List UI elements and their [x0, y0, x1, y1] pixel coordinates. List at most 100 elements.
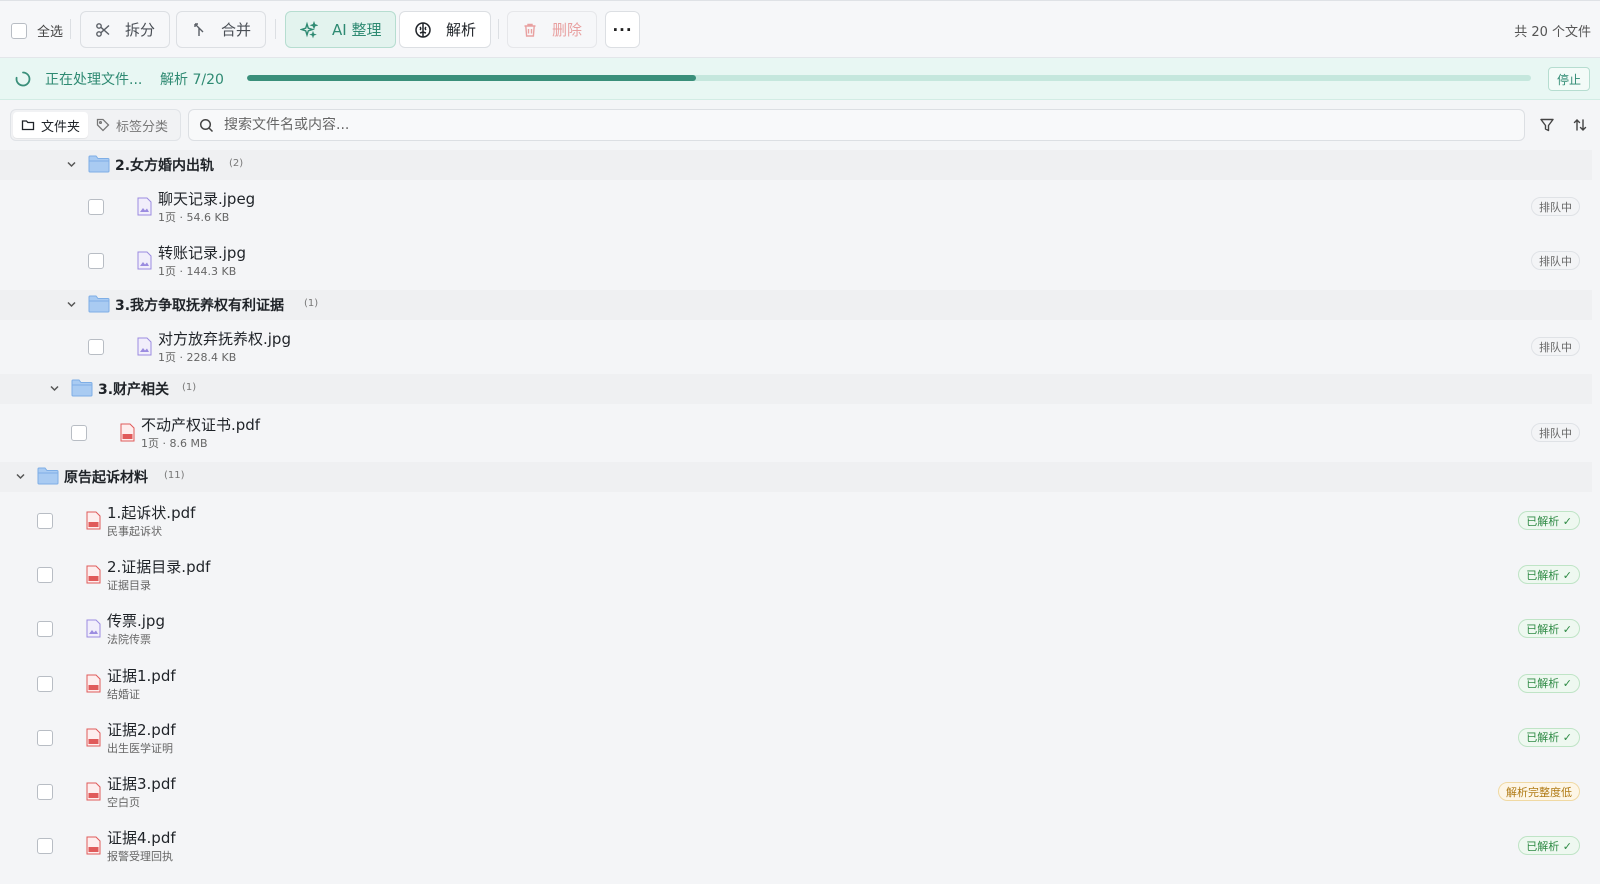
search-input[interactable] — [224, 117, 1504, 133]
folder-name: 3.财产相关 — [98, 382, 170, 398]
view-tabs: 文件夹 标签分类 — [10, 109, 181, 141]
file-description: 民事起诉状 — [107, 525, 162, 538]
split-button[interactable]: 拆分 — [80, 11, 171, 48]
folder-icon — [71, 379, 93, 397]
file-checkbox[interactable] — [37, 621, 53, 638]
file-description: 空白页 — [107, 796, 140, 809]
merge-button[interactable]: 合并 — [176, 11, 267, 48]
pdf-file-icon — [86, 511, 101, 530]
file-description: 报警受理回执 — [107, 850, 173, 864]
parse-button[interactable]: 解析 — [399, 11, 492, 48]
file-meta: 1页 · 8.6 MB — [141, 437, 208, 450]
file-count: 共 20 个文件 — [1514, 25, 1591, 40]
file-checkbox[interactable] — [88, 339, 104, 355]
file-checkbox[interactable] — [71, 425, 87, 441]
folder-count: (11) — [164, 470, 185, 481]
tab-tags[interactable]: 标签分类 — [88, 112, 176, 138]
file-row[interactable]: 证据1.pdf 结婚证 已解析 ✓ — [0, 657, 1592, 711]
file-checkbox[interactable] — [37, 567, 53, 584]
file-row[interactable]: 证据2.pdf 出生医学证明 已解析 ✓ — [0, 711, 1592, 765]
sparkles-icon — [300, 20, 318, 38]
file-meta: 1页 · 54.6 KB — [158, 211, 230, 224]
status-badge: 排队中 — [1531, 337, 1580, 356]
filter-button[interactable] — [1537, 115, 1557, 135]
chevron-down-icon[interactable] — [66, 159, 77, 170]
folder-row[interactable]: 3.财产相关 (1) — [0, 374, 1592, 404]
stop-button[interactable]: 停止 — [1548, 67, 1590, 91]
divider — [275, 19, 276, 39]
file-row[interactable]: 对方放弃抚养权.jpg 1页 · 228.4 KB 排队中 — [0, 320, 1592, 374]
pdf-file-icon — [86, 674, 101, 693]
tag-icon — [96, 118, 110, 132]
status-badge: 已解析 ✓ — [1518, 565, 1580, 585]
tab-folder[interactable]: 文件夹 — [13, 112, 89, 138]
folder-name: 原告起诉材料 — [64, 470, 148, 486]
status-badge: 已解析 ✓ — [1518, 511, 1580, 530]
file-description: 法院传票 — [107, 633, 151, 647]
folder-row[interactable]: 3.我方争取抚养权有利证据 (1) — [0, 290, 1592, 320]
file-row[interactable]: 转账记录.jpg 1页 · 144.3 KB 排队中 — [0, 234, 1592, 288]
status-badge: 已解析 ✓ — [1518, 836, 1580, 856]
file-checkbox[interactable] — [37, 729, 53, 746]
file-checkbox[interactable] — [88, 199, 104, 215]
file-row[interactable]: 聊天记录.jpeg 1页 · 54.6 KB 排队中 — [0, 180, 1592, 234]
select-all-checkbox[interactable] — [11, 22, 27, 39]
file-row[interactable]: 不动产权证书.pdf 1页 · 8.6 MB 排队中 — [0, 406, 1592, 460]
sort-button[interactable] — [1570, 115, 1590, 135]
folder-icon — [88, 295, 110, 313]
file-row[interactable]: 1.起诉状.pdf 民事起诉状 已解析 ✓ — [0, 494, 1592, 548]
status-badge: 已解析 ✓ — [1518, 673, 1580, 693]
file-name: 证据4.pdf — [107, 829, 176, 848]
file-name: 聊天记录.jpeg — [158, 190, 256, 208]
search-icon — [199, 118, 214, 132]
file-name: 2.证据目录.pdf — [107, 558, 211, 577]
file-checkbox[interactable] — [37, 838, 53, 855]
status-badge: 已解析 ✓ — [1518, 727, 1580, 747]
trash-icon — [524, 23, 536, 37]
chevron-down-icon[interactable] — [15, 471, 26, 482]
chevron-down-icon[interactable] — [49, 383, 60, 394]
brain-icon — [415, 21, 431, 38]
pdf-file-icon — [86, 565, 101, 584]
folder-count: (2) — [229, 158, 244, 169]
tab-folder-label: 文件夹 — [41, 119, 81, 135]
file-row[interactable]: 证据4.pdf 报警受理回执 已解析 ✓ — [0, 819, 1592, 873]
folder-row[interactable]: 原告起诉材料 (11) — [0, 462, 1592, 492]
file-row[interactable]: 2.证据目录.pdf 证据目录 已解析 ✓ — [0, 548, 1592, 602]
ai-organize-button[interactable]: AI 整理 — [285, 11, 397, 48]
file-row[interactable]: 传票.jpg 法院传票 已解析 ✓ — [0, 602, 1592, 656]
file-checkbox[interactable] — [37, 784, 53, 800]
folder-icon — [37, 467, 59, 485]
file-meta: 1页 · 144.3 KB — [158, 265, 237, 278]
progress-status: 正在处理文件... — [45, 72, 143, 88]
folder-row[interactable]: 2.女方婚内出轨 (2) — [0, 150, 1592, 180]
progress-count: 解析 7/20 — [160, 72, 224, 88]
progress-bar — [247, 75, 1531, 81]
image-file-icon — [86, 619, 101, 638]
more-button[interactable]: ··· — [605, 11, 640, 48]
file-description: 结婚证 — [107, 687, 140, 701]
chevron-down-icon[interactable] — [66, 299, 77, 310]
file-checkbox[interactable] — [37, 513, 53, 529]
file-description: 出生医学证明 — [107, 741, 173, 755]
file-name: 传票.jpg — [107, 612, 165, 631]
file-checkbox[interactable] — [88, 253, 104, 269]
loading-spinner-icon — [15, 71, 31, 87]
file-row[interactable]: 证据3.pdf 空白页 解析完整度低 — [0, 765, 1592, 819]
file-description: 证据目录 — [107, 579, 151, 593]
folder-icon — [88, 155, 110, 173]
image-file-icon — [137, 197, 152, 216]
merge-icon — [194, 22, 204, 36]
folder-count: (1) — [304, 298, 319, 309]
sort-icon — [1573, 119, 1587, 131]
file-name: 证据2.pdf — [107, 720, 176, 739]
pdf-file-icon — [86, 728, 101, 747]
status-badge: 解析完整度低 — [1498, 782, 1580, 801]
file-checkbox[interactable] — [37, 675, 53, 692]
ai-organize-label: AI 整理 — [332, 21, 382, 39]
toolbar: 全选 拆分 合并 AI 整理 解析 删除 ··· 共 20 个文件 — [0, 0, 1600, 58]
merge-label: 合并 — [221, 21, 252, 39]
select-all[interactable]: 全选 — [11, 21, 63, 40]
delete-button[interactable]: 删除 — [507, 11, 598, 48]
progress-bar-fill — [247, 75, 697, 81]
